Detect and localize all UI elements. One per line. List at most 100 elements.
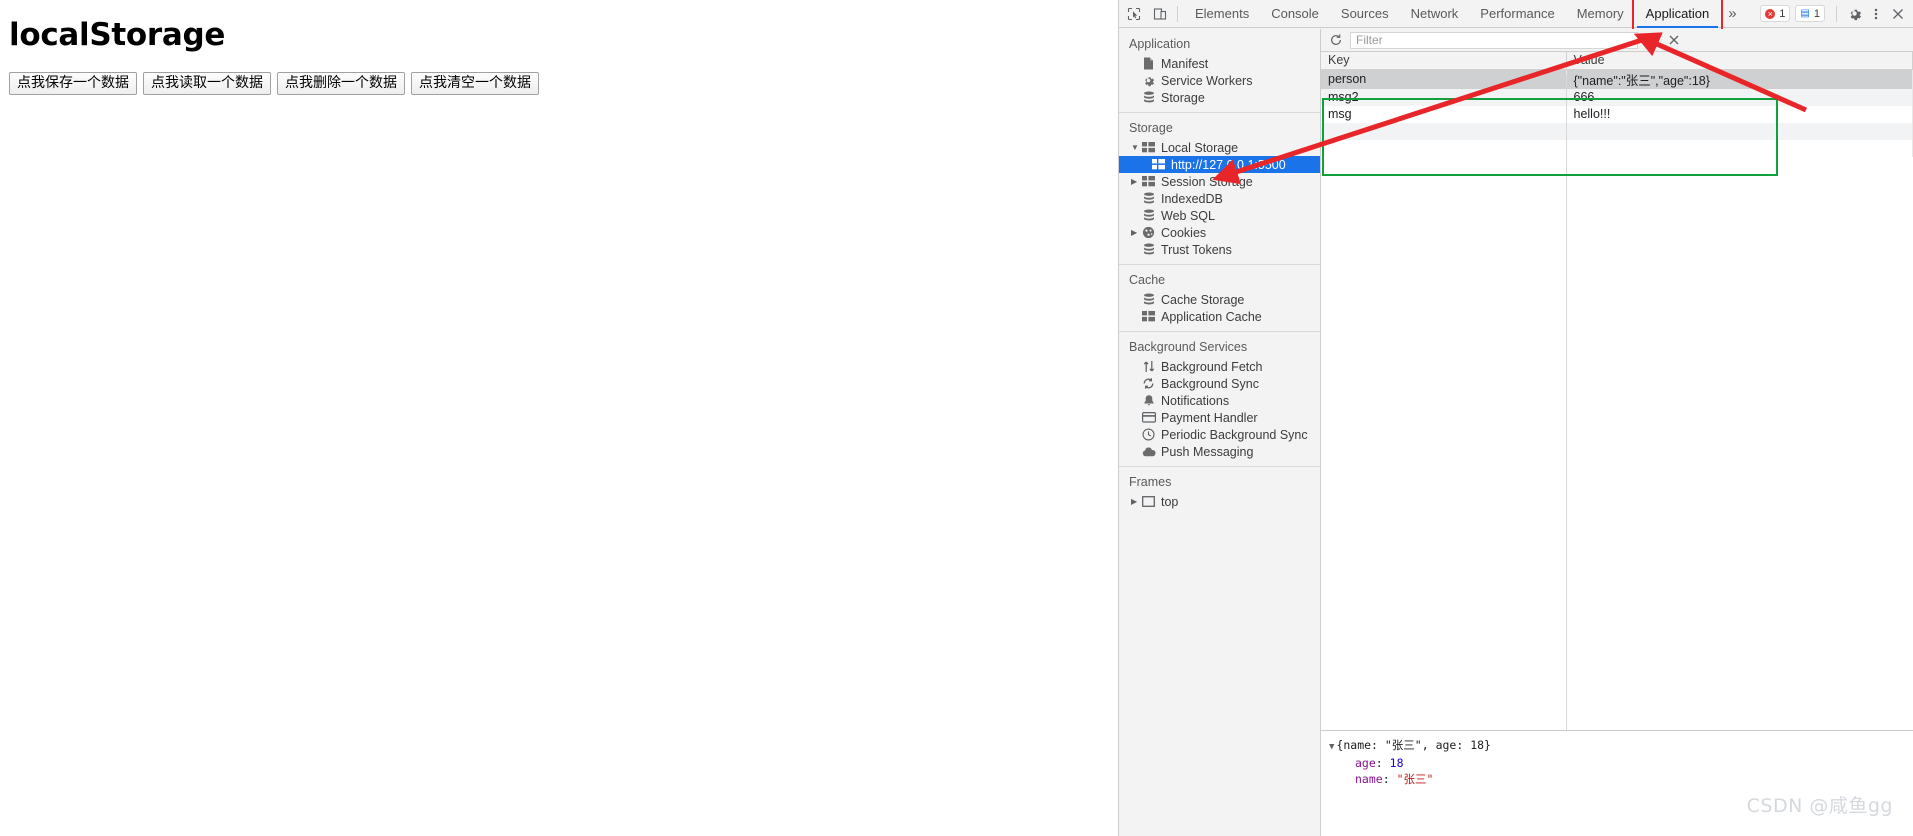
gear-icon[interactable]: [1843, 3, 1865, 25]
clear-all-icon[interactable]: [1642, 30, 1663, 51]
table-grid-icon: [1151, 159, 1166, 170]
table-empty-row[interactable]: [1321, 122, 1913, 140]
database-icon: [1141, 293, 1156, 306]
column-resize-handle[interactable]: [1566, 75, 1567, 730]
web-page-content: localStorage 点我保存一个数据 点我读取一个数据 点我删除一个数据 点我清…: [0, 0, 1118, 836]
chevron-right-icon[interactable]: ▶: [1131, 493, 1139, 510]
message-count-badge[interactable]: ▤ 1: [1795, 5, 1825, 22]
storage-key-value-table[interactable]: Key Value person {"name":"张三","age":18} ms…: [1321, 52, 1913, 157]
tab-label: Console: [1271, 6, 1319, 21]
preview-property-key: age: [1355, 756, 1376, 770]
sidebar-item-top[interactable]: ▶ top: [1119, 493, 1320, 510]
sidebar-item-background-sync[interactable]: Background Sync: [1119, 375, 1320, 392]
cell-key[interactable]: msg: [1321, 105, 1567, 123]
column-header-key[interactable]: Key: [1321, 52, 1567, 70]
sidebar-item-storage[interactable]: Storage: [1119, 89, 1320, 106]
cookie-icon: [1141, 226, 1156, 239]
tab-elements[interactable]: Elements: [1184, 0, 1260, 28]
chevron-down-icon[interactable]: ▼: [1329, 742, 1334, 752]
sidebar-item-web-sql[interactable]: Web SQL: [1119, 207, 1320, 224]
sidebar-item-indexeddb[interactable]: IndexedDB: [1119, 190, 1320, 207]
sidebar-item-manifest[interactable]: Manifest: [1119, 55, 1320, 72]
tab-network[interactable]: Network: [1400, 0, 1470, 28]
toolbar-divider-2: [1836, 5, 1837, 22]
sidebar-item-label: Storage: [1161, 90, 1205, 105]
arrows-updown-icon: [1141, 360, 1156, 373]
sidebar-item-label: Push Messaging: [1161, 444, 1254, 459]
table-row[interactable]: msg2 666: [1321, 88, 1913, 106]
cloud-icon: [1141, 447, 1156, 457]
inspect-element-icon[interactable]: [1122, 2, 1145, 25]
chevron-right-icon[interactable]: ▶: [1131, 173, 1139, 190]
tab-performance[interactable]: Performance: [1469, 0, 1565, 28]
gear-icon: [1141, 74, 1156, 87]
chevron-right-icon[interactable]: ▶: [1131, 224, 1139, 241]
sidebar-item-trust-tokens[interactable]: Trust Tokens: [1119, 241, 1320, 258]
sidebar-item-payment-handler[interactable]: Payment Handler: [1119, 409, 1320, 426]
table-empty-row[interactable]: [1321, 139, 1913, 157]
cell-key[interactable]: person: [1321, 69, 1567, 89]
table-header-row: Key Value: [1321, 52, 1913, 70]
preview-root-line[interactable]: ▼ {name: "张三", age: 18}: [1329, 737, 1913, 755]
device-toolbar-icon[interactable]: [1148, 2, 1171, 25]
cell-key[interactable]: [1321, 122, 1567, 140]
sidebar-item-background-fetch[interactable]: Background Fetch: [1119, 358, 1320, 375]
delete-selected-icon[interactable]: [1663, 30, 1684, 51]
preview-property-key: name: [1355, 772, 1383, 786]
tab-application[interactable]: Application: [1631, 0, 1724, 34]
tab-label: Network: [1410, 6, 1459, 21]
close-icon[interactable]: [1887, 3, 1909, 25]
sidebar-group: Application Manifest Service Workers Storag…: [1119, 29, 1320, 113]
read-data-button[interactable]: 点我读取一个数据: [143, 72, 271, 95]
table-row[interactable]: person {"name":"张三","age":18}: [1321, 69, 1913, 89]
column-header-value[interactable]: Value: [1566, 52, 1913, 70]
clear-data-button[interactable]: 点我清空一个数据: [411, 72, 539, 95]
storage-main-pane: Key Value person{"name":"张三","age":18}ms…: [1321, 29, 1913, 836]
preview-root-summary: {name: "张三", age: 18}: [1336, 738, 1491, 752]
database-icon: [1141, 192, 1156, 205]
toolbar-divider: [1177, 5, 1178, 22]
sidebar-item-label: Payment Handler: [1161, 410, 1258, 425]
error-count-label: 1: [1779, 7, 1786, 20]
table-row[interactable]: msg hello!!!: [1321, 105, 1913, 123]
sidebar-item-session-storage[interactable]: ▶ Session Storage: [1119, 173, 1320, 190]
error-count-badge[interactable]: × 1: [1760, 5, 1791, 22]
delete-data-button[interactable]: 点我删除一个数据: [277, 72, 405, 95]
cell-value[interactable]: 666: [1566, 88, 1913, 106]
tab-memory[interactable]: Memory: [1566, 0, 1635, 28]
tab-label: Performance: [1480, 6, 1555, 21]
sidebar-item-application-cache[interactable]: Application Cache: [1119, 308, 1320, 325]
devtools-panel: Elements Console Sources Network Performance…: [1118, 0, 1913, 836]
tab-sources[interactable]: Sources: [1330, 0, 1400, 28]
sidebar-item-local-storage[interactable]: ▼ Local Storage: [1119, 139, 1320, 156]
database-icon: [1141, 209, 1156, 222]
refresh-icon[interactable]: [1325, 30, 1346, 51]
sidebar-item-service-workers[interactable]: Service Workers: [1119, 72, 1320, 89]
sidebar-item-cache-storage[interactable]: Cache Storage: [1119, 291, 1320, 308]
sidebar-item-periodic-background-sync[interactable]: Periodic Background Sync: [1119, 426, 1320, 443]
sidebar-item-notifications[interactable]: Notifications: [1119, 392, 1320, 409]
application-sidebar[interactable]: Application Manifest Service Workers Storag…: [1119, 29, 1321, 836]
sidebar-item-http-127-0-0-1-5500[interactable]: http://127.0.0.1:5500: [1119, 156, 1320, 173]
storage-key-value-table-wrap: Key Value person {"name":"张三","age":18} ms…: [1321, 52, 1913, 730]
cell-value[interactable]: hello!!!: [1566, 105, 1913, 123]
cell-value[interactable]: {"name":"张三","age":18}: [1566, 69, 1913, 89]
page-title: localStorage: [9, 17, 226, 53]
sidebar-item-label: Cookies: [1161, 225, 1207, 240]
sidebar-group-heading: Storage: [1129, 121, 1173, 135]
filter-input[interactable]: [1350, 31, 1638, 49]
cell-key[interactable]: msg2: [1321, 88, 1567, 106]
sidebar-item-label: Local Storage: [1161, 140, 1239, 155]
sidebar-item-push-messaging[interactable]: Push Messaging: [1119, 443, 1320, 460]
save-data-button[interactable]: 点我保存一个数据: [9, 72, 137, 95]
frame-icon: [1141, 496, 1156, 507]
cell-value[interactable]: [1566, 139, 1913, 157]
tab-console[interactable]: Console: [1260, 0, 1330, 28]
more-tabs-button[interactable]: »: [1720, 5, 1744, 22]
cell-key[interactable]: [1321, 139, 1567, 157]
cell-value[interactable]: [1566, 122, 1913, 140]
more-options-icon[interactable]: [1865, 3, 1887, 25]
sidebar-item-cookies[interactable]: ▶ Cookies: [1119, 224, 1320, 241]
chevron-down-icon[interactable]: ▼: [1131, 139, 1139, 156]
preview-property-value: 18: [1389, 756, 1404, 770]
